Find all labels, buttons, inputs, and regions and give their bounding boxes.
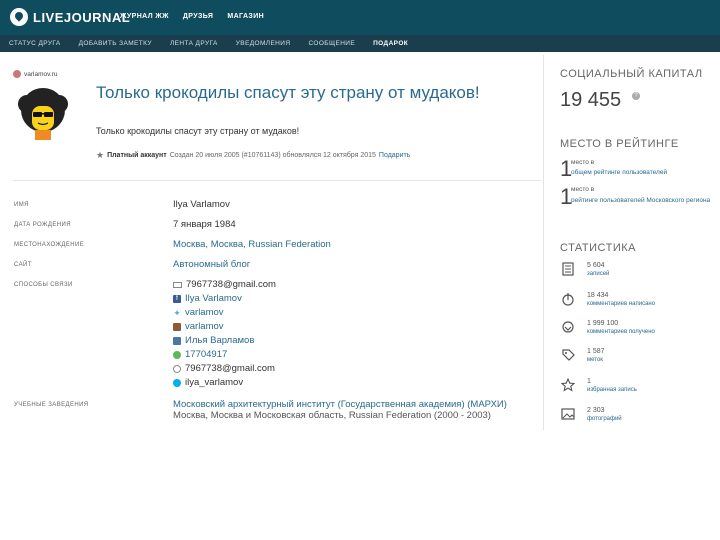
contact-text[interactable]: varlamov — [185, 321, 224, 332]
stat-value: 5 604 — [587, 262, 605, 269]
skype-icon — [173, 378, 181, 387]
name-label: ИМЯ — [14, 202, 29, 208]
avatar[interactable] — [15, 86, 71, 142]
stat-value: 18 434 — [587, 292, 609, 299]
stat-label[interactable]: комментариев получено — [587, 329, 655, 335]
stat-value: 1 587 — [587, 348, 605, 355]
action-add-note[interactable]: ДОБАВИТЬ ЗАМЕТКУ — [79, 40, 152, 47]
user-link[interactable]: varlamov.ru — [13, 70, 57, 78]
contact-text[interactable]: Илья Варламов — [185, 335, 254, 346]
nav-shop[interactable]: МАГАЗИН — [227, 13, 264, 20]
action-friend-status[interactable]: СТАТУС ДРУГА — [9, 40, 61, 47]
capital-value: 19 455 — [560, 89, 622, 111]
facebook-icon: f — [173, 294, 181, 303]
instagram-icon — [173, 322, 181, 331]
stat-label[interactable]: комментариев написано — [587, 301, 655, 307]
jabber-icon — [173, 364, 181, 373]
rank1-label: место в — [571, 159, 595, 166]
livejournal-logo-icon — [10, 8, 28, 26]
profile-actions-bar: СТАТУС ДРУГА ДОБАВИТЬ ЗАМЕТКУ ЛЕНТА ДРУГ… — [0, 35, 720, 52]
birth-label: ДАТА РОЖДЕНИЯ — [14, 222, 71, 228]
created-info: Создан 20 июля 2005 (#10761143) обновлял… — [169, 152, 376, 159]
icq-icon — [173, 350, 181, 359]
rank1-desc[interactable]: общем рейтинге пользователей — [571, 168, 711, 177]
nav-journal[interactable]: ЖУРНАЛ ЖЖ — [120, 13, 169, 20]
contact-skype: ilya_varlamov — [173, 377, 243, 388]
twitter-icon: ✦ — [173, 307, 181, 318]
contact-text[interactable]: Ilya Varlamov — [185, 293, 242, 304]
logo-text: LIVEJOURNAL — [33, 9, 131, 25]
contact-facebook[interactable]: f Ilya Varlamov — [173, 293, 242, 304]
action-gift[interactable]: ПОДАРОК — [373, 40, 408, 47]
account-type: Платный аккаунт — [107, 152, 167, 159]
contact-text: 7967738@gmail.com — [186, 279, 276, 290]
contact-jabber: 7967738@gmail.com — [173, 363, 275, 374]
username[interactable]: varlamov.ru — [24, 71, 57, 78]
tag-icon — [562, 349, 575, 361]
stat-label[interactable]: меток — [587, 357, 603, 363]
journal-title[interactable]: Только крокодилы спасут эту страну от му… — [96, 82, 486, 103]
rank2-label: место в — [571, 186, 595, 193]
contact-email: 7967738@gmail.com — [173, 279, 276, 290]
education-label: УЧЕБНЫЕ ЗАВЕДЕНИЯ — [14, 402, 89, 408]
capital-heading: СОЦИАЛЬНЫЙ КАПИТАЛ — [560, 68, 703, 80]
location-label: МЕСТОНАХОЖДЕНИЕ — [14, 242, 85, 248]
divider — [13, 180, 541, 181]
help-icon[interactable]: ? — [632, 92, 640, 100]
journal-icon — [562, 262, 574, 276]
birth-value: 7 января 1984 — [173, 219, 236, 230]
stat-value: 1 999 100 — [587, 320, 619, 327]
stats-heading: СТАТИСТИКА — [560, 242, 636, 254]
account-meta: ★ Платный аккаунт Создан 20 июля 2005 (#… — [96, 150, 410, 161]
contact-text[interactable]: 17704917 — [185, 349, 227, 360]
gift-link[interactable]: Подарить — [379, 152, 410, 159]
stat-label[interactable]: фотографий — [587, 416, 622, 422]
stat-label[interactable]: записей — [587, 271, 609, 277]
comment-in-icon — [562, 321, 574, 333]
contact-icq[interactable]: 17704917 — [173, 349, 227, 360]
education-name[interactable]: Московский архитектурный институт (Госуд… — [173, 399, 507, 410]
photo-icon — [561, 408, 575, 420]
sidebar-divider — [543, 55, 544, 430]
stat-value: 2 303 — [587, 407, 605, 414]
contact-twitter[interactable]: ✦ varlamov — [173, 307, 224, 318]
action-notifications[interactable]: УВЕДОМЛЕНИЯ — [236, 40, 291, 47]
rank-heading: МЕСТО В РЕЙТИНГЕ — [560, 138, 679, 150]
name-value: Ilya Varlamov — [173, 199, 230, 210]
stat-value: 1 — [587, 378, 591, 385]
location-value[interactable]: Москва, Москва, Russian Federation — [173, 239, 331, 250]
contact-text: 7967738@gmail.com — [185, 363, 275, 374]
top-bar: LIVEJOURNAL ЖУРНАЛ ЖЖ ДРУЗЬЯ МАГАЗИН — [0, 0, 720, 35]
education-place: Москва, Москва и Московская область, Rus… — [173, 410, 491, 421]
user-icon — [13, 70, 21, 78]
action-message[interactable]: СООБЩЕНИЕ — [308, 40, 355, 47]
contacts-label: СПОСОБЫ СВЯЗИ — [14, 282, 73, 288]
nav-friends[interactable]: ДРУЗЬЯ — [183, 13, 214, 20]
star-icon — [561, 378, 575, 392]
rank2-desc[interactable]: рейтинге пользователей Московского регио… — [571, 196, 711, 205]
livejournal-logo[interactable]: LIVEJOURNAL — [10, 8, 130, 26]
vk-icon — [173, 336, 181, 345]
contact-text[interactable]: varlamov — [185, 307, 224, 318]
site-label: САЙТ — [14, 262, 32, 268]
stat-label[interactable]: избранная запись — [587, 387, 637, 393]
envelope-icon — [173, 281, 182, 288]
contact-text: ilya_varlamov — [185, 377, 244, 388]
action-friend-feed[interactable]: ЛЕНТА ДРУГА — [170, 40, 218, 47]
site-value[interactable]: Автономный блог — [173, 259, 250, 270]
top-nav: ЖУРНАЛ ЖЖ ДРУЗЬЯ МАГАЗИН — [120, 13, 264, 20]
star-icon: ★ — [96, 150, 105, 160]
journal-subtitle: Только крокодилы спасут эту страну от му… — [96, 126, 300, 136]
comment-out-icon — [562, 293, 574, 306]
contact-instagram[interactable]: varlamov — [173, 321, 224, 332]
contact-vk[interactable]: Илья Варламов — [173, 335, 254, 346]
